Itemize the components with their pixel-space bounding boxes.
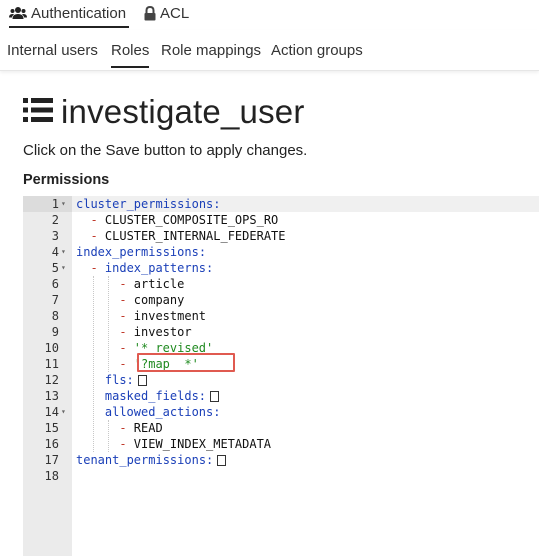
tab-authentication[interactable]: Authentication (9, 0, 129, 28)
line-number: 7 (51, 293, 59, 307)
line-code: - investor (119, 325, 192, 339)
tab-roles[interactable]: Roles (111, 42, 150, 68)
line-code: allowed_actions: (104, 405, 221, 419)
lock-icon (144, 5, 156, 21)
line-number: 17 (44, 453, 59, 467)
tab-role-mappings[interactable]: Role mappings (161, 42, 261, 66)
editor-line[interactable]: 10- '* revised' (23, 340, 539, 356)
sub-tabs: Internal users Roles Role mappings Actio… (0, 30, 539, 71)
line-number: 8 (51, 309, 59, 323)
editor-line[interactable]: 13 masked_fields: (23, 388, 539, 404)
line-number: 12 (44, 373, 59, 387)
page-title-text: investigate_user (61, 93, 305, 130)
tab-action-groups[interactable]: Action groups (271, 42, 363, 66)
empty-list-icon (210, 391, 220, 402)
editor-line[interactable]: 18 (23, 468, 539, 484)
editor-line[interactable]: 14 ▾ allowed_actions: (23, 404, 539, 420)
editor-line[interactable]: 16 - VIEW_INDEX_METADATA (23, 436, 539, 452)
permissions-editor[interactable]: 1 ▾ cluster_permissions: 2- CLUSTER_COMPOSI… (23, 196, 539, 556)
editor-line[interactable]: 9 - investor (23, 324, 539, 340)
line-number: 11 (44, 357, 59, 371)
line-code: - article (119, 277, 185, 291)
line-number: 4 (51, 245, 59, 259)
indent-guide (107, 420, 109, 452)
editor-line[interactable]: 17 tenant_permissions: (23, 452, 539, 468)
fold-chevron-icon[interactable]: ▾ (61, 196, 71, 212)
permissions-label: Permissions (23, 172, 110, 188)
line-code: - READ (119, 421, 163, 435)
line-code: masked_fields: (105, 388, 220, 404)
fold-chevron-icon[interactable]: ▾ (61, 260, 71, 276)
editor-line[interactable]: 2 - CLUSTER_COMPOSITE_OPS_RO (23, 212, 539, 228)
instructions-text: Click on the Save button to apply change… (23, 142, 308, 159)
editor-line[interactable]: 3 - CLUSTER_INTERNAL_FEDERATE (23, 228, 539, 244)
line-number: 10 (44, 341, 59, 355)
page-title: investigate_user (23, 93, 305, 131)
editor-line[interactable]: 6 - article (23, 276, 539, 292)
tab-authentication-label: Authentication (31, 4, 127, 22)
empty-list-icon (137, 375, 147, 386)
tab-acl[interactable]: ACL (144, 0, 189, 26)
line-code: fls: (105, 372, 147, 388)
editor-line[interactable]: 1 ▾ cluster_permissions: (23, 196, 539, 212)
users-icon (9, 6, 27, 20)
line-code: - VIEW_INDEX_METADATA (119, 437, 272, 451)
line-code: tenant_permissions: (76, 452, 227, 468)
editor-line[interactable]: 15 - READ (23, 420, 539, 436)
editor-line[interactable]: 11- '?map__*' (23, 356, 539, 372)
editor-line[interactable]: 7 - company (23, 292, 539, 308)
indent-guide (107, 276, 109, 372)
line-code: - company (119, 293, 185, 307)
fold-chevron-icon[interactable]: ▾ (61, 404, 71, 420)
fold-chevron-icon[interactable]: ▾ (61, 244, 71, 260)
editor-line[interactable]: 8 - investment (23, 308, 539, 324)
line-number: 1 (51, 197, 59, 211)
list-icon (23, 97, 53, 128)
line-number: 14 (44, 405, 59, 419)
tab-acl-label: ACL (160, 4, 190, 22)
empty-list-icon (217, 455, 227, 466)
line-number: 13 (44, 389, 59, 403)
line-number: 6 (51, 277, 59, 291)
line-code: - CLUSTER_INTERNAL_FEDERATE (90, 229, 286, 243)
line-number: 5 (51, 261, 59, 275)
line-number: 9 (51, 325, 59, 339)
line-number: 18 (44, 469, 59, 483)
line-code: - investment (119, 309, 207, 323)
line-code: index_permissions: (76, 245, 207, 259)
top-tabs: Authentication ACL (0, 0, 539, 28)
editor-line[interactable]: 5 ▾ - index_patterns: (23, 260, 539, 276)
line-number: 15 (44, 421, 59, 435)
line-code: - index_patterns: (90, 261, 214, 275)
editor-line[interactable]: 4 ▾ index_permissions: (23, 244, 539, 260)
line-code: cluster_permissions: (76, 197, 221, 211)
line-number: 16 (44, 437, 59, 451)
indent-guide (93, 276, 95, 452)
highlighted-line-box (137, 353, 235, 372)
tab-internal-users[interactable]: Internal users (7, 42, 98, 66)
line-number: 2 (51, 213, 59, 227)
editor-line[interactable]: 12 fls: (23, 372, 539, 388)
line-code: - CLUSTER_COMPOSITE_OPS_RO (90, 213, 279, 227)
line-number: 3 (51, 229, 59, 243)
